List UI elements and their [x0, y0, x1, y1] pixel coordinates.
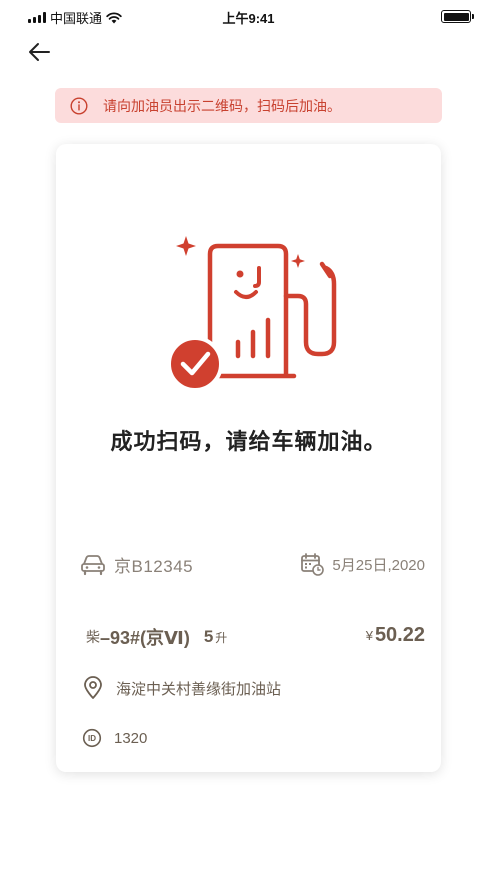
plate-row: 京B12345	[80, 552, 193, 577]
arrow-left-icon	[29, 43, 50, 61]
price-info: ¥ 50.22	[366, 624, 425, 647]
car-icon	[80, 554, 106, 576]
plate-number: 京B12345	[114, 557, 194, 576]
battery-icon	[441, 10, 474, 23]
currency-symbol: ¥	[365, 628, 373, 643]
date-row: 5月25日,2020	[300, 552, 425, 576]
fuel-quantity: 5	[203, 627, 214, 646]
status-bar: 中国联通 上午9:41	[0, 0, 497, 32]
station-row: 海淀中关村善缘街加油站	[82, 676, 281, 700]
order-date: 5月25日,2020	[332, 556, 425, 574]
id-row: ID 1320	[82, 728, 147, 748]
calendar-icon	[300, 552, 325, 576]
fuel-grade: –93#(京Ⅵ)	[100, 628, 190, 648]
fuel-info: 柴 –93#(京Ⅵ) 5 升	[86, 624, 227, 650]
fuel-unit: 升	[215, 630, 228, 645]
location-pin-icon	[82, 676, 104, 700]
back-button[interactable]	[24, 38, 54, 66]
alert-banner: 请向加油员出示二维码，扫码后加油。	[55, 88, 442, 123]
alert-message: 请向加油员出示二维码，扫码后加油。	[103, 97, 341, 114]
fuel-pump-success-illustration	[167, 236, 337, 392]
status-time: 上午9:41	[222, 11, 275, 26]
svg-text:ID: ID	[88, 734, 96, 743]
fuel-kind: 柴	[86, 629, 100, 645]
id-badge-icon: ID	[82, 728, 102, 748]
record-id: 1320	[114, 729, 148, 747]
success-title: 成功扫码，请给车辆加油。	[110, 429, 387, 454]
info-circle-icon	[69, 96, 89, 116]
scan-result-card: 成功扫码，请给车辆加油。 京B12345 5月25日,2020 柴 –93#(京…	[56, 144, 441, 772]
price-amount: 50.22	[374, 624, 425, 646]
station-name: 海淀中关村善缘街加油站	[116, 680, 282, 698]
